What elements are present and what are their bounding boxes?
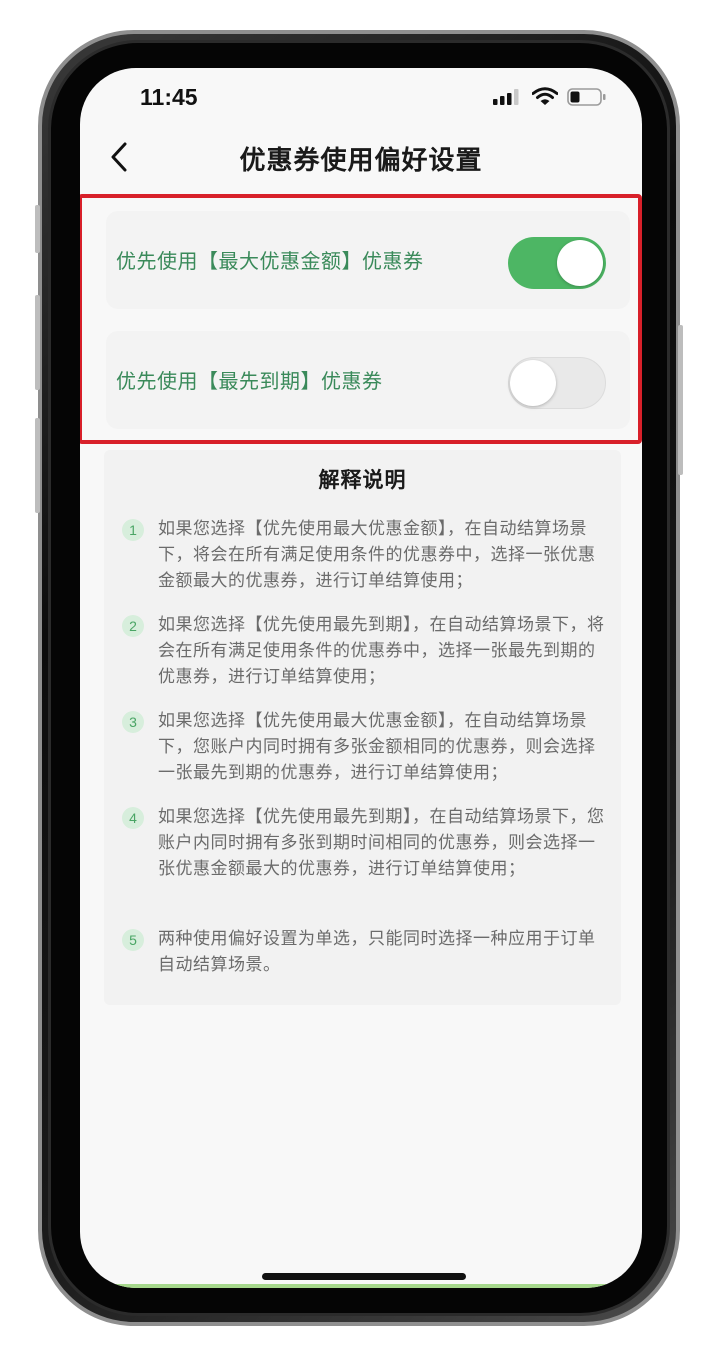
nav-bar: 优惠券使用偏好设置 xyxy=(80,126,642,188)
item-text: 如果您选择【优先使用最先到期】，在自动结算场景下，将会在所有满足使用条件的优惠券… xyxy=(158,615,605,687)
item-number-badge: 1 xyxy=(122,519,144,541)
signal-icon xyxy=(493,89,519,105)
battery-icon xyxy=(567,88,606,106)
screen-bottom-edge xyxy=(80,1284,642,1288)
status-time: 11:45 xyxy=(140,84,198,110)
explanation-title: 解释说明 xyxy=(318,468,407,492)
item-text: 两种使用偏好设置为单选，只能同时选择一种应用于订单自动结算场景。 xyxy=(158,929,596,975)
item-number-badge: 3 xyxy=(122,711,144,733)
home-indicator[interactable] xyxy=(262,1273,466,1280)
phone-volume-up-button xyxy=(35,295,40,390)
highlight-annotation-box xyxy=(80,194,642,444)
item-text: 如果您选择【优先使用最先到期】，在自动结算场景下，您账户内同时拥有多张到期时间相… xyxy=(158,807,605,879)
item-text: 如果您选择【优先使用最大优惠金额】，在自动结算场景下，将会在所有满足使用条件的优… xyxy=(158,519,596,591)
page-title: 优惠券使用偏好设置 xyxy=(239,146,483,176)
item-text: 如果您选择【优先使用最大优惠金额】，在自动结算场景下，您账户内同时拥有多张金额相… xyxy=(158,711,596,783)
phone-volume-down-button xyxy=(35,418,40,513)
status-bar: 11:45 xyxy=(80,68,642,126)
explanation-card: 解释说明 1 如果您选择【优先使用最大优惠金额】，在自动结算场景下，将会在所有满… xyxy=(104,450,621,1005)
app-screen: 11:45 优惠券使用偏好设置 优先使用【最大优惠金额】优惠券 优先使用【最先到… xyxy=(80,68,642,1288)
wifi-icon xyxy=(532,87,558,105)
phone-power-button xyxy=(678,325,683,475)
item-number-badge: 5 xyxy=(122,929,144,951)
item-number-badge: 4 xyxy=(122,807,144,829)
item-number-badge: 2 xyxy=(122,615,144,637)
phone-silent-switch xyxy=(35,205,40,253)
